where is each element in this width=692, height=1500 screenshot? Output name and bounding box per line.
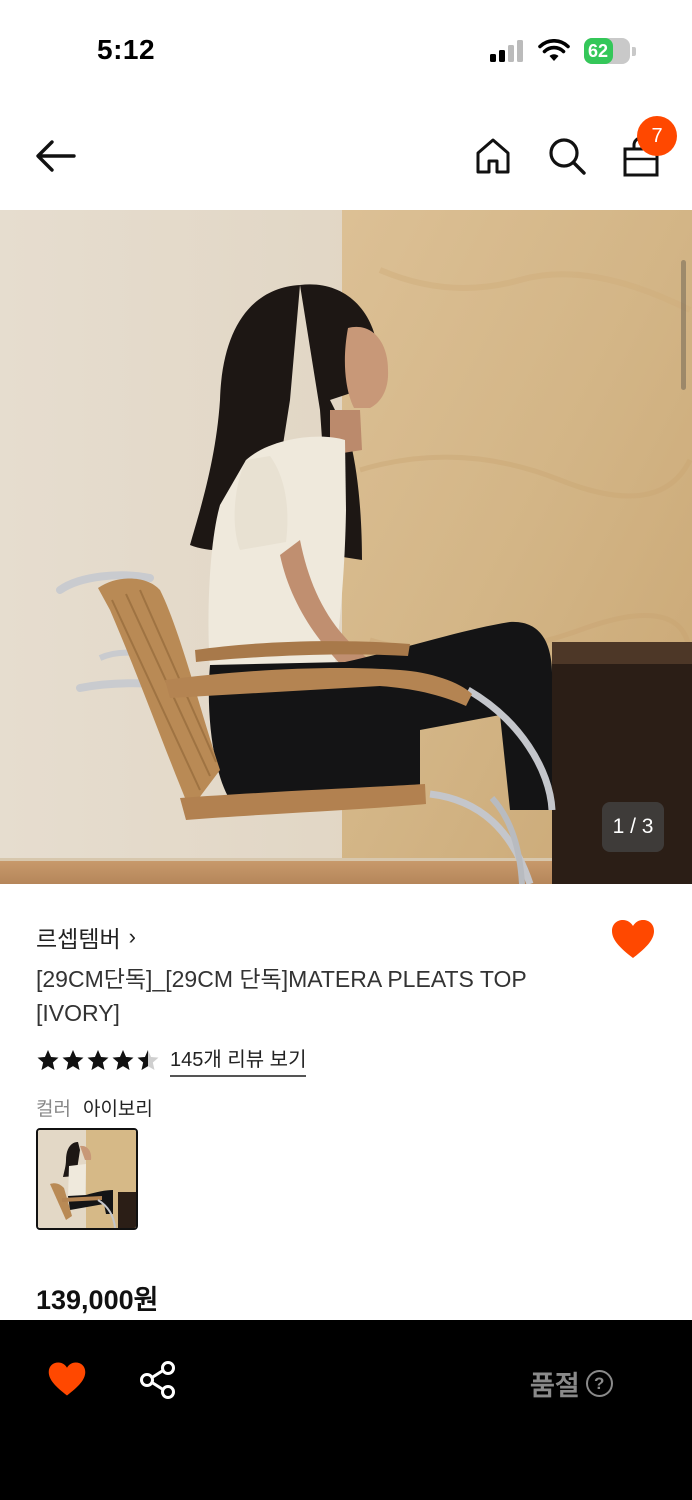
soldout-label: 품절: [530, 1371, 580, 1401]
app-header: [0, 100, 692, 210]
product-image-gallery[interactable]: 1 / 3: [0, 210, 692, 884]
star-icon: [62, 1050, 84, 1070]
color-thumbnail-image: [38, 1130, 136, 1228]
scroll-indicator: [681, 260, 686, 390]
star-icon: [137, 1050, 159, 1070]
back-button[interactable]: [34, 138, 78, 174]
status-time: 5:12: [97, 34, 156, 65]
image-counter: 1 / 3: [602, 802, 664, 852]
brand-link[interactable]: 르셉템버 ›: [36, 920, 136, 954]
star-icon: [87, 1050, 109, 1070]
soldout-button[interactable]: 품절 ?: [530, 1364, 613, 1403]
color-thumbnail-ivory[interactable]: [36, 1128, 138, 1230]
home-button[interactable]: [474, 137, 512, 175]
signal-icon: [490, 40, 523, 62]
search-button[interactable]: [548, 137, 586, 175]
chevron-right-icon: ›: [128, 924, 136, 949]
rating-row: 145개 리뷰 보기: [36, 1043, 307, 1077]
share-icon: [140, 1361, 175, 1399]
home-icon: [476, 138, 510, 174]
status-bar: 5:12 62: [0, 0, 692, 100]
star-icon: [112, 1050, 134, 1070]
heart-icon: [612, 920, 654, 958]
battery-icon: 62: [584, 38, 630, 64]
arrow-left-icon: [36, 140, 76, 172]
product-photo: [0, 210, 692, 884]
status-icons: 62: [490, 38, 636, 64]
color-option-row: 컬러 아이보리: [36, 1094, 153, 1121]
brand-name: 르셉템버: [36, 926, 121, 952]
star-rating: [36, 1049, 160, 1071]
star-icon: [37, 1050, 59, 1070]
color-value: 아이보리: [82, 1099, 153, 1120]
bottom-wishlist-button[interactable]: [47, 1360, 87, 1398]
cart-count-badge[interactable]: 7: [637, 116, 677, 156]
wifi-icon: [538, 39, 570, 61]
help-icon[interactable]: ?: [585, 1370, 613, 1397]
search-icon: [549, 138, 586, 175]
color-label: 컬러: [36, 1099, 71, 1120]
review-link[interactable]: 145개 리뷰 보기: [170, 1043, 307, 1077]
share-button[interactable]: [138, 1360, 178, 1400]
heart-icon: [48, 1362, 86, 1396]
product-title: [29CM단독]_[29CM 단독]MATERA PLEATS TOP [IVO…: [36, 966, 527, 1026]
bottom-action-bar: 품절 ?: [0, 1320, 692, 1500]
product-price: 139,000원: [36, 1285, 159, 1315]
battery-percent: 62: [588, 40, 609, 61]
wishlist-button[interactable]: [610, 918, 656, 960]
